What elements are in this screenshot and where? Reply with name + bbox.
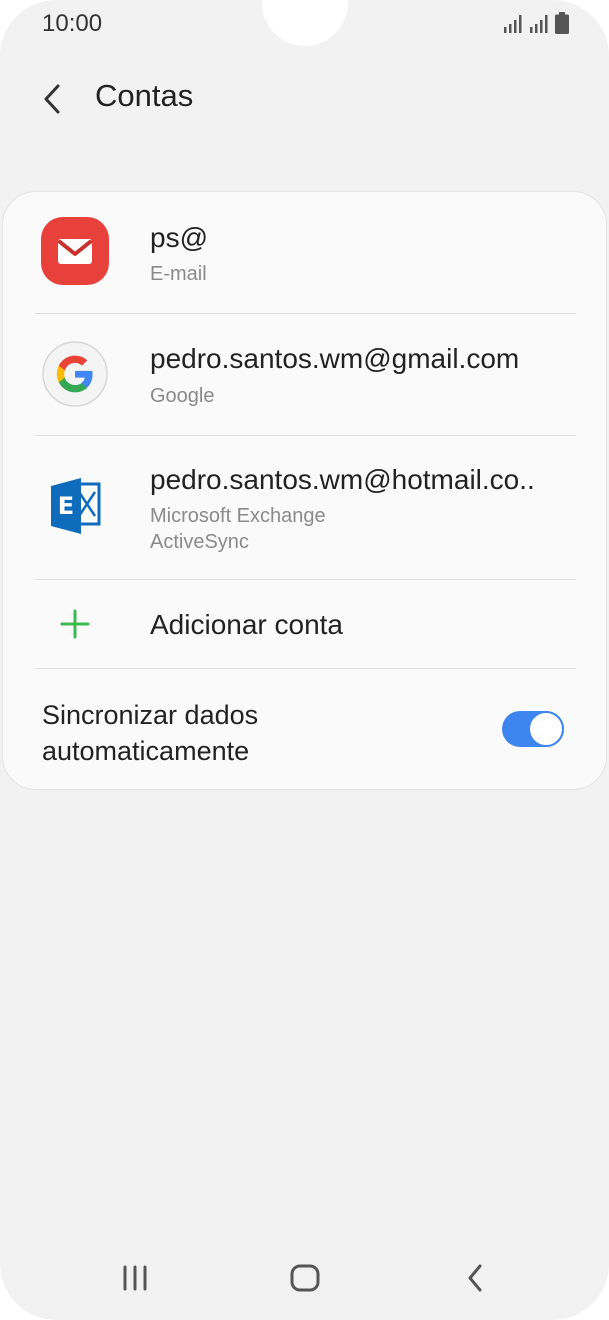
account-name: pedro.santos.wm@gmail.com bbox=[150, 343, 520, 374]
account-type: E-mail bbox=[150, 263, 207, 285]
account-name: pedro.santos.wm@hotmail.co.. bbox=[150, 464, 535, 495]
google-icon bbox=[42, 341, 108, 407]
recents-button[interactable] bbox=[105, 1254, 165, 1302]
page-title: Contas bbox=[95, 78, 194, 113]
toggle-knob bbox=[528, 711, 564, 747]
account-name: ps@ bbox=[150, 222, 208, 253]
add-account-button[interactable]: Adicionar conta bbox=[3, 580, 606, 668]
svg-text:E: E bbox=[58, 492, 74, 520]
auto-sync-row[interactable]: Sincronizar dados automaticamente bbox=[3, 669, 606, 789]
account-row-email[interactable]: ps@ E-mail bbox=[3, 192, 606, 313]
auto-sync-label: Sincronizar dados automaticamente bbox=[42, 697, 342, 769]
back-button[interactable] bbox=[30, 76, 76, 122]
signal-icon bbox=[504, 15, 522, 33]
account-type-line2: ActiveSync bbox=[150, 531, 249, 553]
account-row-exchange[interactable]: E pedro.santos.wm@hotmail.co.. Microsoft… bbox=[3, 436, 606, 579]
auto-sync-label-line2: automaticamente bbox=[42, 736, 250, 766]
camera-notch bbox=[262, 0, 348, 46]
navigation-bar bbox=[0, 1246, 609, 1310]
home-button[interactable] bbox=[275, 1254, 335, 1302]
recents-icon bbox=[123, 1265, 147, 1291]
status-icons bbox=[503, 12, 569, 34]
auto-sync-toggle[interactable] bbox=[502, 711, 564, 747]
add-account-label: Adicionar conta bbox=[150, 609, 344, 640]
exchange-icon: E bbox=[51, 478, 101, 534]
battery-icon bbox=[555, 12, 569, 34]
chevron-left-icon bbox=[44, 84, 60, 114]
account-type: Google bbox=[150, 385, 215, 407]
signal-icon bbox=[530, 15, 548, 33]
account-row-google[interactable]: pedro.santos.wm@gmail.com Google bbox=[3, 314, 606, 435]
back-icon bbox=[468, 1264, 482, 1292]
plus-icon bbox=[60, 609, 90, 639]
status-time: 10:00 bbox=[42, 10, 103, 37]
phone-screen: 10:00 Contas ps@ E-mail pedro.santos.wm@… bbox=[0, 0, 609, 1320]
email-app-icon bbox=[41, 217, 109, 285]
auto-sync-label-line1: Sincronizar dados bbox=[42, 700, 259, 730]
accounts-card: ps@ E-mail pedro.santos.wm@gmail.com Goo… bbox=[2, 191, 607, 790]
home-icon bbox=[290, 1264, 320, 1292]
nav-back-button[interactable] bbox=[446, 1254, 506, 1302]
app-header: Contas bbox=[0, 62, 609, 132]
account-type-line1: Microsoft Exchange bbox=[150, 505, 326, 527]
